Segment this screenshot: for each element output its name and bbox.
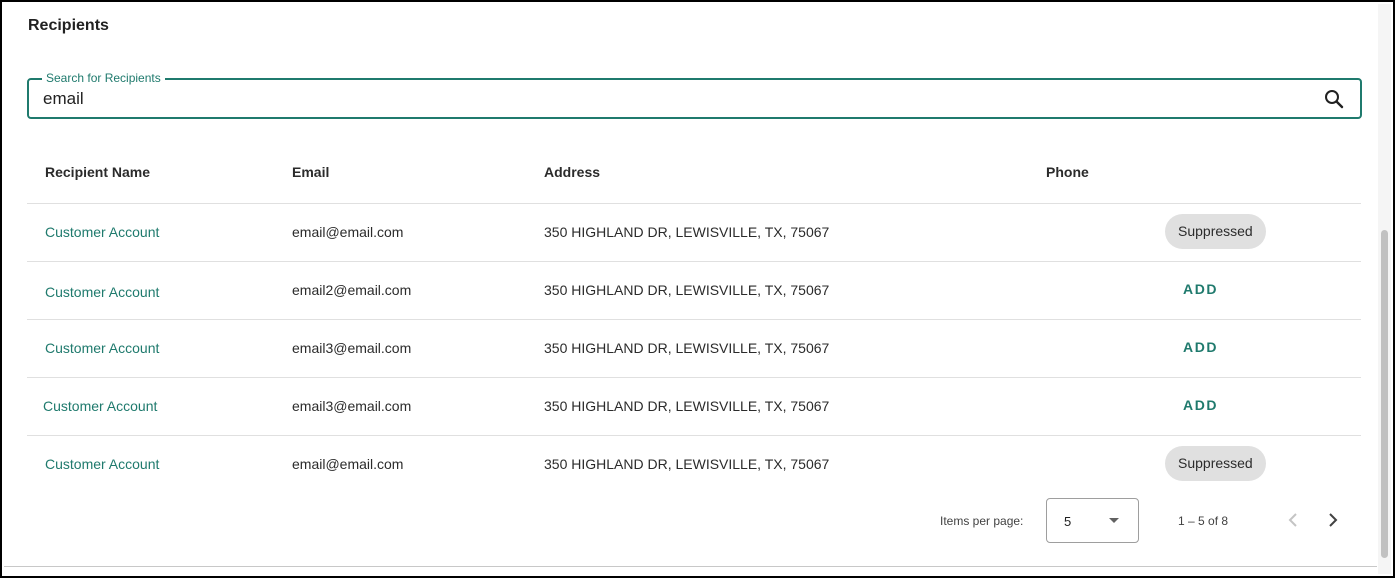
add-phone-button[interactable]: ADD	[1183, 397, 1218, 413]
recipients-card: Recipients Search for Recipients Recipie…	[4, 4, 1377, 567]
recipient-email: email3@email.com	[292, 340, 412, 356]
recipient-name-link[interactable]: Customer Account	[43, 398, 157, 414]
recipient-name-link[interactable]: Customer Account	[45, 340, 159, 356]
recipient-name-link[interactable]: Customer Account	[45, 224, 159, 240]
next-page-button[interactable]	[1321, 508, 1345, 532]
items-per-page-value: 5	[1064, 514, 1072, 529]
column-header-recipient-name: Recipient Name	[45, 164, 151, 180]
add-phone-button[interactable]: ADD	[1183, 281, 1218, 297]
recipient-email: email3@email.com	[292, 398, 412, 414]
recipient-address: 350 HIGHLAND DR, LEWISVILLE, TX, 75067	[544, 456, 830, 472]
recipient-name-link[interactable]: Customer Account	[45, 456, 159, 472]
table-row: Customer Account email3@email.com 350 HI…	[27, 378, 1361, 436]
table-header: Recipient Name Email Address Phone	[27, 144, 1361, 204]
items-per-page-select[interactable]: 5	[1046, 498, 1139, 543]
chevron-down-icon	[1109, 518, 1119, 523]
recipient-email: email@email.com	[292, 456, 404, 472]
page-range-label: 1 – 5 of 8	[1178, 514, 1229, 528]
recipient-address: 350 HIGHLAND DR, LEWISVILLE, TX, 75067	[544, 224, 830, 240]
recipient-address: 350 HIGHLAND DR, LEWISVILLE, TX, 75067	[544, 398, 830, 414]
suppressed-badge: Suppressed	[1165, 214, 1266, 249]
search-input[interactable]	[43, 87, 1283, 111]
search-label: Search for Recipients	[42, 71, 165, 85]
section-title: Recipients	[28, 17, 109, 34]
previous-page-button[interactable]	[1281, 508, 1305, 532]
chevron-right-icon	[1329, 513, 1338, 527]
chevron-left-icon	[1288, 513, 1297, 527]
search-field[interactable]: Search for Recipients	[27, 71, 1362, 119]
column-header-address: Address	[544, 164, 601, 180]
scrollbar-track[interactable]	[1378, 4, 1391, 574]
recipients-table: Recipient Name Email Address Phone Custo…	[27, 144, 1361, 493]
recipient-email: email2@email.com	[292, 282, 412, 298]
recipient-email: email@email.com	[292, 224, 404, 240]
recipient-address: 350 HIGHLAND DR, LEWISVILLE, TX, 75067	[544, 340, 830, 356]
recipient-address: 350 HIGHLAND DR, LEWISVILLE, TX, 75067	[544, 282, 830, 298]
items-per-page-label: Items per page:	[940, 514, 1024, 528]
paginator: Items per page: 5 1 – 5 of 8	[4, 496, 1379, 544]
suppressed-badge: Suppressed	[1165, 446, 1266, 481]
column-header-email: Email	[292, 164, 330, 180]
table-row: Customer Account email3@email.com 350 HI…	[27, 320, 1361, 378]
table-row: Customer Account email@email.com 350 HIG…	[27, 436, 1361, 493]
search-icon[interactable]	[1322, 87, 1346, 111]
table-row: Customer Account email2@email.com 350 HI…	[27, 262, 1361, 320]
window-frame: Recipients Search for Recipients Recipie…	[0, 0, 1395, 578]
scrollbar-thumb[interactable]	[1381, 230, 1388, 558]
add-phone-button[interactable]: ADD	[1183, 339, 1218, 355]
recipient-name-link[interactable]: Customer Account	[45, 284, 159, 300]
table-row: Customer Account email@email.com 350 HIG…	[27, 204, 1361, 262]
column-header-phone: Phone	[1046, 164, 1089, 180]
